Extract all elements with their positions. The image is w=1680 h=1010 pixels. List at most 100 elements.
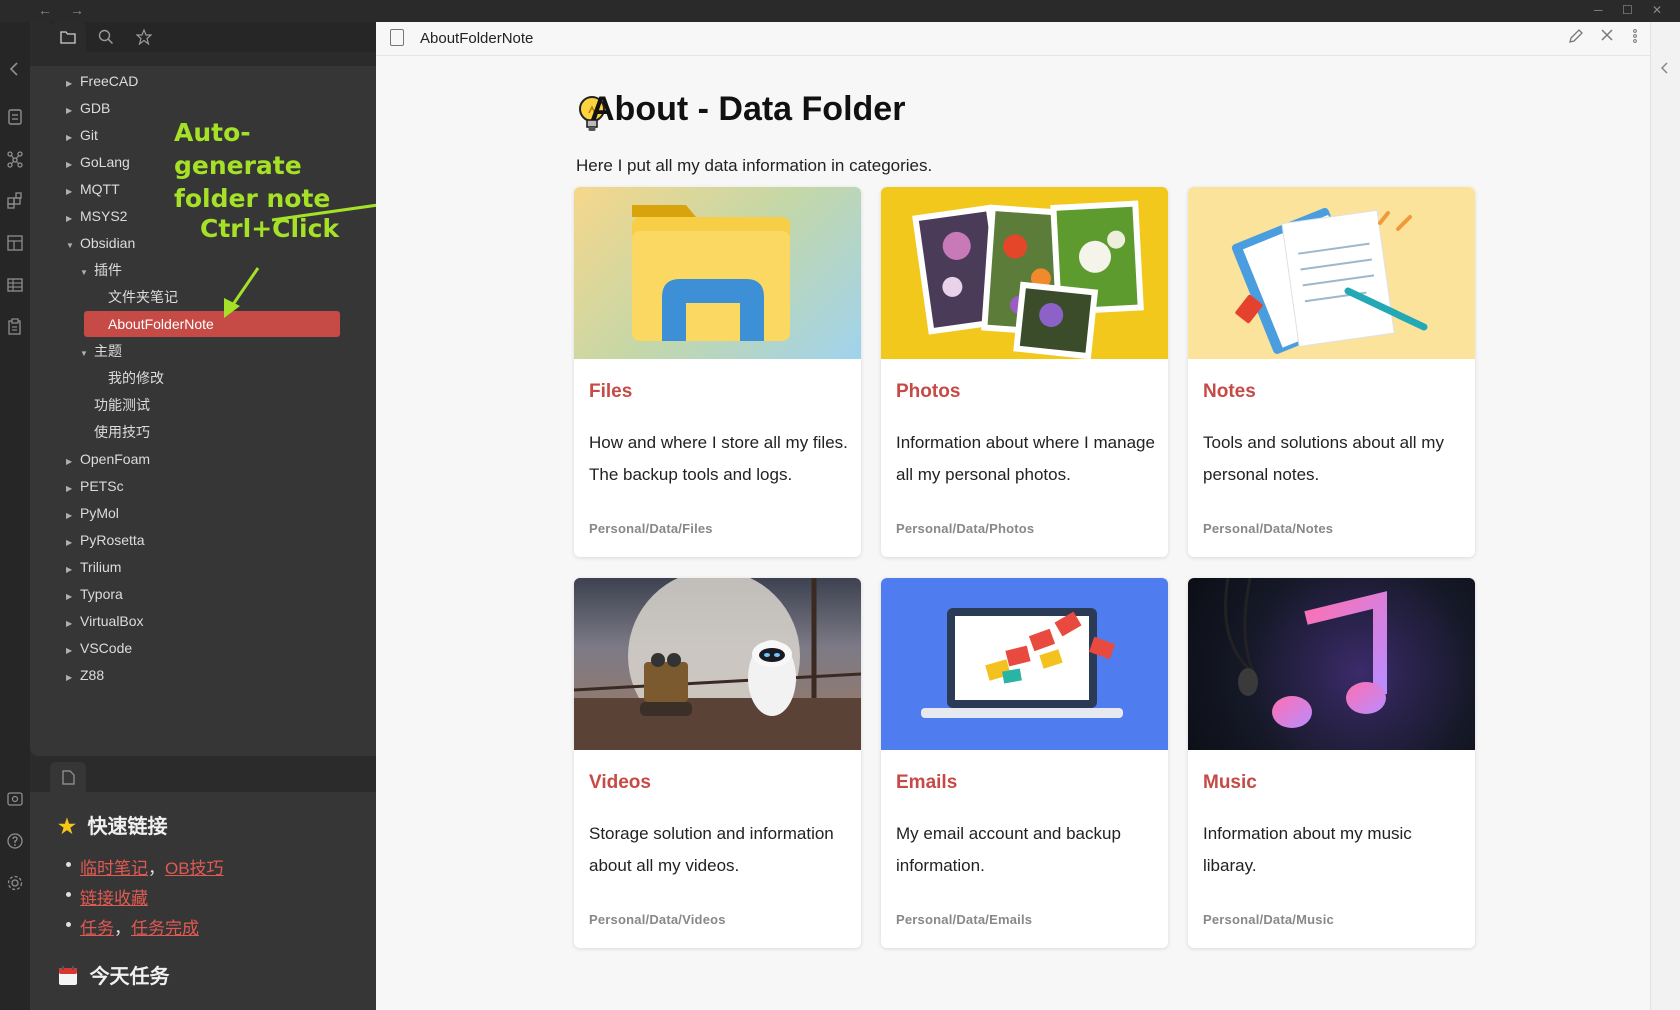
tree-folder[interactable]: ▶ OpenFoam — [66, 446, 150, 472]
chevron-right-icon[interactable]: ▶ — [66, 449, 80, 475]
chevron-right-icon[interactable]: ▶ — [66, 557, 80, 583]
left-ribbon — [0, 22, 30, 1010]
tree-folder[interactable]: ▶ VSCode — [66, 635, 132, 661]
video-still-icon — [574, 578, 861, 750]
tree-file[interactable]: 使用技巧 — [80, 419, 150, 445]
bookmarks-tab[interactable] — [126, 22, 162, 52]
tree-item-label: 文件夹笔记 — [108, 289, 178, 305]
tree-folder[interactable]: ▶ VirtualBox — [66, 608, 144, 634]
forward-arrow-icon[interactable]: → — [70, 2, 84, 18]
edit-pencil-icon[interactable] — [1568, 28, 1584, 49]
tree-folder[interactable]: ▶ Git — [66, 122, 98, 148]
search-tab[interactable] — [88, 22, 124, 52]
card-title[interactable]: Files — [589, 381, 632, 403]
tree-folder[interactable]: ▶ FreeCAD — [66, 68, 138, 94]
more-options-icon[interactable] — [1632, 28, 1638, 49]
card-title[interactable]: Emails — [896, 772, 957, 794]
expand-right-sidebar-icon[interactable] — [1657, 60, 1673, 81]
chevron-right-icon[interactable]: ▶ — [66, 476, 80, 502]
file-icon — [61, 770, 75, 785]
music-note-icon — [1224, 578, 1387, 728]
tree-folder[interactable]: ▼ 插件 — [80, 257, 122, 283]
plugins-icon[interactable] — [6, 192, 24, 210]
open-quick-switcher-icon[interactable] — [6, 108, 24, 126]
tree-folder[interactable]: ▶ PyRosetta — [66, 527, 145, 553]
link-tasks[interactable]: 任务 — [80, 919, 114, 938]
card-title[interactable]: Videos — [589, 772, 651, 794]
chevron-right-icon[interactable]: ▶ — [66, 125, 80, 151]
tree-folder[interactable]: ▶ GDB — [66, 95, 110, 121]
card-emails[interactable]: Emails My email account and backup infor… — [881, 578, 1168, 948]
tree-folder[interactable]: ▶ Z88 — [66, 662, 104, 688]
tree-file[interactable]: 文件夹笔记 — [94, 284, 178, 310]
chevron-right-icon[interactable]: ▶ — [66, 206, 80, 232]
tree-folder[interactable]: ▶ MQTT — [66, 176, 120, 202]
vault-switcher-icon[interactable] — [6, 790, 24, 808]
card-title[interactable]: Music — [1203, 772, 1257, 794]
card-path: Personal/Data/Videos — [589, 912, 726, 927]
card-path: Personal/Data/Files — [589, 521, 713, 536]
chevron-right-icon[interactable]: ▶ — [66, 503, 80, 529]
chevron-right-icon[interactable]: ▶ — [66, 152, 80, 178]
card-videos[interactable]: Videos Storage solution and information … — [574, 578, 861, 948]
chevron-right-icon[interactable]: ▶ — [66, 665, 80, 691]
tree-folder[interactable]: ▼ Obsidian — [66, 230, 135, 256]
kanban-icon[interactable] — [6, 234, 24, 252]
chevron-right-icon[interactable]: ▶ — [66, 584, 80, 610]
tree-folder[interactable]: ▶ GoLang — [66, 149, 130, 175]
chevron-right-icon[interactable]: ▶ — [66, 98, 80, 124]
link-bookmarks[interactable]: 链接收藏 — [80, 889, 148, 908]
outline-tab[interactable] — [50, 762, 86, 792]
link-tasks-done[interactable]: 任务完成 — [131, 919, 199, 938]
page-title: About - Data Folder — [590, 90, 906, 128]
card-music[interactable]: Music Information about my music libaray… — [1188, 578, 1475, 948]
tree-folder[interactable]: ▼ 主题 — [80, 338, 122, 364]
card-title[interactable]: Notes — [1203, 381, 1256, 403]
view-title[interactable]: AboutFolderNote — [420, 30, 533, 47]
tree-folder[interactable]: ▶ MSYS2 — [66, 203, 127, 229]
tree-item-label: PyMol — [80, 505, 119, 521]
tree-folder[interactable]: ▶ PETSc — [66, 473, 124, 499]
chevron-down-icon[interactable]: ▼ — [80, 341, 94, 367]
chevron-right-icon[interactable]: ▶ — [66, 638, 80, 664]
collapse-sidebar-icon[interactable] — [6, 60, 24, 78]
tree-item-label: Typora — [80, 586, 123, 602]
chevron-right-icon[interactable]: ▶ — [66, 530, 80, 556]
intro-paragraph: Here I put all my data information in ca… — [576, 156, 933, 175]
card-image-videos — [574, 578, 861, 750]
back-arrow-icon[interactable]: ← — [38, 2, 52, 18]
tree-item-label: GDB — [80, 100, 111, 116]
close-window-button[interactable]: ✕ — [1652, 3, 1662, 17]
card-notes[interactable]: Notes Tools and solutions about all my p… — [1188, 187, 1475, 557]
table-icon[interactable] — [6, 276, 24, 294]
card-path: Personal/Data/Notes — [1203, 521, 1334, 536]
tree-item-selected[interactable]: AboutFolderNote — [84, 311, 340, 337]
card-title[interactable]: Photos — [896, 381, 960, 403]
card-files[interactable]: Files How and where I store all my files… — [574, 187, 861, 557]
card-path: Personal/Data/Music — [1203, 912, 1334, 927]
settings-gear-icon[interactable] — [6, 874, 24, 892]
file-explorer-tab[interactable] — [50, 22, 86, 52]
card-photos[interactable]: Photos Information about where I manage … — [881, 187, 1168, 557]
maximize-button[interactable]: ☐ — [1622, 3, 1633, 17]
tree-folder[interactable]: ▶ Typora — [66, 581, 123, 607]
link-ob-tips[interactable]: OB技巧 — [165, 859, 224, 878]
close-icon[interactable] — [1600, 28, 1614, 47]
help-icon[interactable] — [6, 832, 24, 850]
chevron-down-icon[interactable]: ▼ — [66, 233, 80, 259]
chevron-right-icon[interactable]: ▶ — [66, 179, 80, 205]
graph-view-icon[interactable] — [6, 150, 24, 168]
chevron-right-icon[interactable]: ▶ — [66, 611, 80, 637]
templates-icon[interactable] — [6, 318, 24, 336]
tree-file[interactable]: 功能测试 — [80, 392, 150, 418]
minimize-button[interactable]: ─ — [1594, 3, 1603, 17]
tree-folder[interactable]: ▶ Trilium — [66, 554, 121, 580]
tree-folder[interactable]: ▶ PyMol — [66, 500, 119, 526]
chevron-right-icon[interactable]: ▶ — [66, 71, 80, 97]
card-image-notes — [1188, 187, 1475, 359]
link-temp-notes[interactable]: 临时笔记 — [80, 859, 148, 878]
star-icon — [135, 28, 153, 46]
tree-file[interactable]: 我的修改 — [94, 365, 164, 391]
chevron-down-icon[interactable]: ▼ — [80, 260, 94, 286]
tree-item-label: 使用技巧 — [94, 424, 150, 440]
